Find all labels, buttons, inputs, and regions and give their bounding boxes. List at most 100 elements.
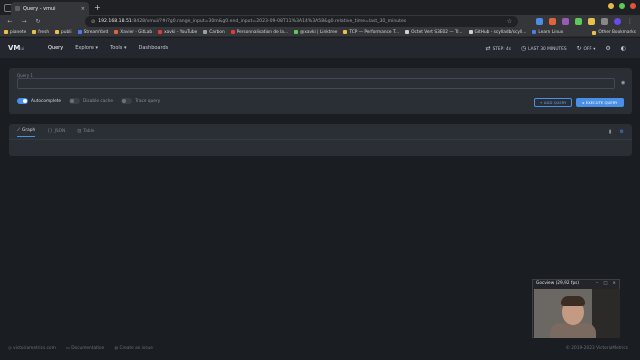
profile-avatar[interactable] <box>614 18 621 25</box>
step-control[interactable]: ⇄ STEP: 4s <box>486 45 511 52</box>
minimize-icon[interactable] <box>608 3 614 9</box>
bookmark-item[interactable]: Carbon <box>203 30 225 35</box>
address-bar[interactable]: ⊘ 192.168.18.51 :8428/vmui/?#/?g0.range_… <box>85 16 518 27</box>
bookmark-item[interactable]: @xavki | Linktree <box>294 30 337 35</box>
logo-subtext: ui <box>20 46 25 51</box>
close-window-icon[interactable] <box>630 3 636 9</box>
browser-tab-strip: Query - vmui × + <box>0 0 640 15</box>
refresh-value: OFF ▾ <box>583 47 596 52</box>
tab-close-icon[interactable]: × <box>81 6 85 12</box>
vmui-logo[interactable]: VMui <box>8 44 24 52</box>
back-icon[interactable]: ← <box>6 18 14 25</box>
bookmarks-bar: pianete fresh publi StreamYard Xavier · GitL… <box>0 28 640 37</box>
header-controls: ⇄ STEP: 4s ◷ LAST 30 MINUTES ↻ OFF ▾ ⚙ ◐ <box>486 45 626 52</box>
query-options: Autocomplete Disable cache Trace query <box>17 98 160 104</box>
maximize-icon[interactable] <box>619 3 625 9</box>
extension-icon[interactable] <box>562 18 569 25</box>
bookmark-item[interactable]: TCP — Performance T... <box>343 30 399 35</box>
time-range-value: LAST 30 MINUTES <box>528 47 567 52</box>
forward-icon[interactable]: → <box>20 18 28 25</box>
settings-gear-icon[interactable]: ⚙ <box>605 45 610 52</box>
trace-query-toggle[interactable]: Trace query <box>121 98 160 104</box>
tab-table[interactable]: ▤ Table <box>77 128 94 137</box>
footer-link-website[interactable]: ◎ victoriametrics.com <box>8 346 56 351</box>
new-tab-button[interactable]: + <box>94 3 101 12</box>
nav-explore[interactable]: Explore ▾ <box>75 45 98 51</box>
bookmark-item[interactable]: Learn Linux <box>532 30 563 35</box>
theme-toggle-icon[interactable]: ◐ <box>621 45 626 52</box>
app-header: VMui Query Explore ▾ Tools ▾ Dashboards … <box>0 38 640 58</box>
add-query-button[interactable]: + ADD QUERY <box>534 98 572 107</box>
url-path: :8428/vmui/?#/?g0.range_input=30m&g0.end… <box>131 19 407 24</box>
bookmark-favicon-icon <box>203 30 208 34</box>
bookmark-favicon-icon <box>343 30 348 34</box>
bookmark-item[interactable]: pianete <box>4 30 26 35</box>
results-panel: ⟋ Graph {} JSON ▤ Table ▮ ⚙ <box>9 124 632 156</box>
chart-type-icon[interactable]: ▮ <box>609 129 612 135</box>
bookmark-favicon-icon <box>294 30 299 34</box>
results-divider <box>9 139 632 140</box>
bookmark-label: xavki - YouTube <box>164 29 198 35</box>
puzzle-icon[interactable] <box>601 18 608 25</box>
bookmark-item[interactable]: GitHub - scylladb/scyll... <box>468 30 526 35</box>
refresh-control[interactable]: ↻ OFF ▾ <box>577 45 596 52</box>
url-host: 192.168.18.51 <box>98 19 132 24</box>
extension-icon[interactable] <box>588 18 595 25</box>
execute-query-button[interactable]: ▸ EXECUTE QUERY <box>576 98 624 107</box>
bookmark-item[interactable]: Octet Vert S3E02 — Tr... <box>405 30 463 35</box>
extension-icon[interactable] <box>536 18 543 25</box>
logo-text: VM <box>8 44 21 52</box>
eye-icon[interactable]: ◉ <box>621 80 625 86</box>
bookmark-item[interactable]: xavki - YouTube <box>158 30 197 35</box>
extension-icon[interactable] <box>549 18 556 25</box>
other-bookmarks-label: Other Bookmarks <box>598 30 636 35</box>
bookmark-item[interactable]: fresh <box>32 30 49 35</box>
bookmark-star-icon[interactable]: ☆ <box>507 18 512 25</box>
tab-graph[interactable]: ⟋ Graph <box>17 128 36 137</box>
footer-link-issue[interactable]: ◍ Create an issue <box>114 346 153 351</box>
disable-cache-toggle[interactable]: Disable cache <box>69 98 113 104</box>
other-bookmarks[interactable]: Other Bookmarks <box>592 28 636 37</box>
extension-icon[interactable] <box>575 18 582 25</box>
browser-tab-query[interactable]: Query - vmui × <box>11 2 89 15</box>
nav-query[interactable]: Query <box>48 45 63 51</box>
graph-settings-icon[interactable]: ⚙ <box>620 129 624 135</box>
gocview-window[interactable]: Gocview (29,92 fps) – □ × <box>532 279 620 338</box>
vmui-favicon-icon <box>15 6 20 11</box>
footer-link-docs-label: Documentation <box>71 346 105 351</box>
nav-tools[interactable]: Tools ▾ <box>110 45 126 51</box>
bookmark-item[interactable]: Xavier · GitLab <box>114 30 152 35</box>
gocview-title: Gocview (29,92 fps) <box>536 281 580 286</box>
site-info-icon[interactable]: ⊘ <box>91 19 95 25</box>
close-icon[interactable]: × <box>612 281 616 286</box>
bookmark-favicon-icon <box>4 30 8 34</box>
disable-cache-switch[interactable] <box>69 98 81 104</box>
table-icon: ▤ <box>77 128 82 134</box>
reload-icon[interactable]: ↻ <box>34 18 42 25</box>
refresh-icon: ↻ <box>576 45 584 52</box>
browser-toolbar: ← → ↻ ⊘ 192.168.18.51 :8428/vmui/?#/?g0.… <box>0 15 640 28</box>
bookmark-item[interactable]: Personnalisation de la... <box>230 30 288 35</box>
footer-link-issue-label: Create an issue <box>119 346 153 351</box>
bookmark-label: fresh <box>38 29 50 35</box>
autocomplete-label: Autocomplete <box>31 98 62 104</box>
nav-dashboards[interactable]: Dashboards <box>139 45 169 51</box>
autocomplete-switch[interactable] <box>17 98 28 104</box>
bookmark-item[interactable]: publi <box>55 30 72 35</box>
footer-link-docs[interactable]: ▭ Documentation <box>66 346 105 351</box>
bookmark-label: TCP — Performance T... <box>349 29 400 35</box>
autocomplete-toggle[interactable]: Autocomplete <box>17 98 61 104</box>
time-range-picker[interactable]: ◷ LAST 30 MINUTES <box>521 45 567 52</box>
bookmark-favicon-icon <box>77 30 82 34</box>
tab-json[interactable]: {} JSON <box>47 128 65 137</box>
minimize-icon[interactable]: – <box>596 281 598 286</box>
menu-kebab-icon[interactable]: ⋮ <box>627 18 634 25</box>
bookmark-label: Xavier · GitLab <box>120 29 153 35</box>
trace-query-switch[interactable] <box>121 98 133 104</box>
bookmark-item[interactable]: StreamYard <box>77 30 108 35</box>
footer: ◎ victoriametrics.com ▭ Documentation ◍ … <box>0 344 640 354</box>
query-input[interactable] <box>17 78 615 89</box>
pin-icon[interactable]: □ <box>603 281 607 286</box>
bookmark-favicon-icon <box>405 30 410 34</box>
bookmark-favicon-icon <box>55 30 60 34</box>
